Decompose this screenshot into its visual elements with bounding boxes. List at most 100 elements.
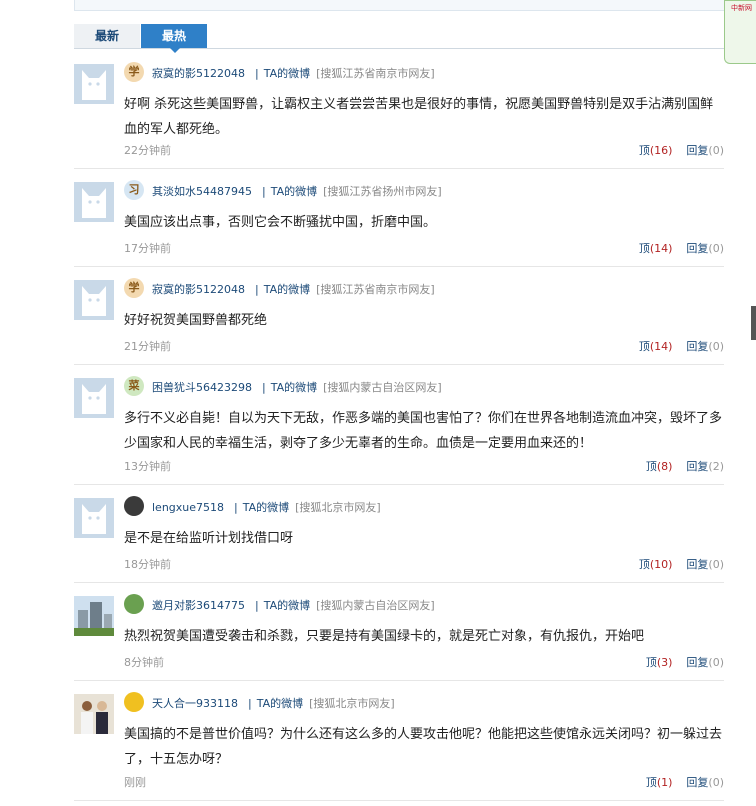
reply-count: (2) — [708, 460, 724, 473]
comment-actions: 顶(3) 回复(0) — [646, 654, 724, 670]
comment-time: 17分钟前 — [124, 242, 171, 255]
side-widget-logo: 中新网 — [731, 4, 752, 12]
weibo-link[interactable]: TA的微博 — [264, 67, 310, 80]
username-link[interactable]: 寂寞的影5122048 — [152, 67, 245, 80]
upvote-button[interactable]: 顶 — [646, 776, 657, 789]
username-link[interactable]: lengxue7518 — [152, 501, 224, 514]
comment-time: 8分钟前 — [124, 656, 164, 669]
reply-button[interactable]: 回复 — [686, 340, 708, 353]
meta-separator: | — [262, 185, 266, 198]
upvote-count: (14) — [649, 242, 673, 255]
user-location: [搜狐江苏省扬州市网友] — [323, 185, 442, 198]
reply-count: (0) — [708, 242, 724, 255]
upvote-button[interactable]: 顶 — [639, 558, 650, 571]
upvote-button[interactable]: 顶 — [639, 144, 650, 157]
meta-separator: | — [248, 697, 252, 710]
comment-item: 菜困兽犹斗56423298 | TA的微博 [搜狐内蒙古自治区网友] 多行不义必自毙！自… — [74, 364, 724, 485]
user-avatar[interactable] — [74, 280, 114, 320]
reply-count: (0) — [708, 776, 724, 789]
user-level-badge: 菜 — [124, 376, 144, 396]
user-location: [搜狐北京市网友] — [309, 697, 395, 710]
comment-time: 刚刚 — [124, 776, 146, 789]
user-level-badge — [124, 496, 144, 516]
meta-separator: | — [234, 501, 238, 514]
comment-time: 13分钟前 — [124, 460, 171, 473]
user-avatar[interactable] — [74, 64, 114, 104]
comment-text: 好好祝贺美国野兽都死绝 — [124, 313, 268, 328]
user-location: [搜狐内蒙古自治区网友] — [316, 599, 435, 612]
tab-latest[interactable]: 最新 — [74, 24, 140, 48]
upvote-button[interactable]: 顶 — [639, 340, 650, 353]
comment-item: 习其淡如水54487945 | TA的微博 [搜狐江苏省扬州市网友] 美国应该出点事，否… — [74, 168, 724, 267]
meta-separator: | — [255, 283, 259, 296]
user-location: [搜狐江苏省南京市网友] — [316, 67, 435, 80]
comment-tabs: 最新 最热 — [74, 24, 724, 53]
weibo-link[interactable]: TA的微博 — [264, 599, 310, 612]
comment-meta: lengxue7518 | TA的微博 [搜狐北京市网友] — [152, 499, 381, 515]
user-avatar[interactable] — [74, 596, 114, 636]
upvote-count: (8) — [656, 460, 673, 473]
comment-meta: 寂寞的影5122048 | TA的微博 [搜狐江苏省南京市网友] — [152, 65, 435, 81]
tab-hottest[interactable]: 最热 — [141, 24, 207, 53]
reply-button[interactable]: 回复 — [686, 656, 708, 669]
username-link[interactable]: 寂寞的影5122048 — [152, 283, 245, 296]
comment-actions: 顶(16) 回复(0) — [639, 142, 724, 158]
comment-text: 多行不义必自毙！自以为天下无敌，作恶多端的美国也害怕了？你们在世界各地制造流血冲… — [124, 411, 723, 451]
comment-meta: 天人合一933118 | TA的微博 [搜狐北京市网友] — [152, 695, 395, 711]
reply-count: (0) — [708, 340, 724, 353]
reply-button[interactable]: 回复 — [686, 776, 708, 789]
comment-meta: 困兽犹斗56423298 | TA的微博 [搜狐内蒙古自治区网友] — [152, 379, 442, 395]
reply-button[interactable]: 回复 — [686, 144, 708, 157]
weibo-link[interactable]: TA的微博 — [257, 697, 303, 710]
upvote-count: (14) — [649, 340, 673, 353]
weibo-link[interactable]: TA的微博 — [271, 381, 317, 394]
reply-count: (0) — [708, 144, 724, 157]
reply-count: (0) — [708, 656, 724, 669]
user-avatar[interactable] — [74, 378, 114, 418]
comment-actions: 顶(14) 回复(0) — [639, 240, 724, 256]
reply-button[interactable]: 回复 — [686, 242, 708, 255]
scrollbar-thumb[interactable] — [751, 306, 756, 340]
comment-time: 21分钟前 — [124, 340, 171, 353]
comment-time: 22分钟前 — [124, 144, 171, 157]
upvote-count: (3) — [656, 656, 673, 669]
comment-item: 学寂寞的影5122048 | TA的微博 [搜狐江苏省南京市网友] 好啊 杀死这些美国野… — [74, 50, 724, 169]
user-location: [搜狐内蒙古自治区网友] — [323, 381, 442, 394]
user-level-badge — [124, 594, 144, 614]
upvote-button[interactable]: 顶 — [639, 242, 650, 255]
side-widget[interactable]: 中新网 — [724, 0, 756, 64]
comment-text: 美国搞的不是普世价值吗？为什么还有这么多的人要攻击他呢？他能把这些使馆永远关闭吗… — [124, 727, 723, 767]
weibo-link[interactable]: TA的微博 — [264, 283, 310, 296]
upvote-button[interactable]: 顶 — [646, 656, 657, 669]
comment-actions: 顶(1) 回复(0) — [646, 774, 724, 790]
weibo-link[interactable]: TA的微博 — [243, 501, 289, 514]
username-link[interactable]: 其淡如水54487945 — [152, 185, 252, 198]
user-level-badge — [124, 692, 144, 712]
username-link[interactable]: 邀月对影3614775 — [152, 599, 245, 612]
upvote-count: (1) — [656, 776, 673, 789]
upvote-button[interactable]: 顶 — [646, 460, 657, 473]
weibo-link[interactable]: TA的微博 — [271, 185, 317, 198]
comment-actions: 顶(14) 回复(0) — [639, 338, 724, 354]
user-level-badge: 习 — [124, 180, 144, 200]
username-link[interactable]: 天人合一933118 — [152, 697, 238, 710]
user-location: [搜狐江苏省南京市网友] — [316, 283, 435, 296]
comment-text: 美国应该出点事，否则它会不断骚扰中国，折磨中国。 — [124, 215, 437, 230]
user-avatar[interactable] — [74, 694, 114, 734]
comment-actions: 顶(10) 回复(0) — [639, 556, 724, 572]
comment-item: lengxue7518 | TA的微博 [搜狐北京市网友] 是不是在给监听计划找借口呀 1… — [74, 484, 724, 583]
upvote-count: (10) — [649, 558, 673, 571]
meta-separator: | — [255, 67, 259, 80]
user-avatar[interactable] — [74, 182, 114, 222]
reply-button[interactable]: 回复 — [686, 460, 708, 473]
comment-text: 好啊 杀死这些美国野兽，让霸权主义者尝尝苦果也是很好的事情，祝愿美国野兽特别是双… — [124, 97, 714, 137]
comment-item: 天人合一933118 | TA的微博 [搜狐北京市网友] 美国搞的不是普世价值吗？为什么… — [74, 680, 724, 801]
reply-button[interactable]: 回复 — [686, 558, 708, 571]
meta-separator: | — [255, 599, 259, 612]
username-link[interactable]: 困兽犹斗56423298 — [152, 381, 252, 394]
comment-meta: 邀月对影3614775 | TA的微博 [搜狐内蒙古自治区网友] — [152, 597, 435, 613]
comment-actions: 顶(8) 回复(2) — [646, 458, 724, 474]
comment-item: 学寂寞的影5122048 | TA的微博 [搜狐江苏省南京市网友] 好好祝贺美国野兽都死… — [74, 266, 724, 365]
upvote-count: (16) — [649, 144, 673, 157]
user-avatar[interactable] — [74, 498, 114, 538]
